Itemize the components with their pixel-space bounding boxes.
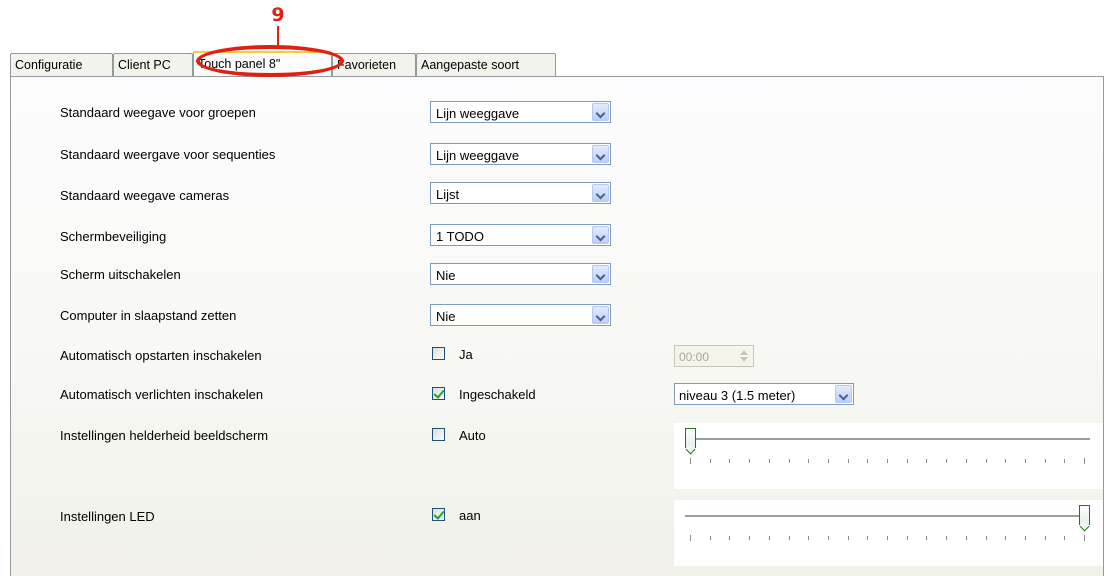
slider-tick bbox=[1084, 535, 1085, 541]
tab-configuratie[interactable]: Configuratie bbox=[10, 53, 113, 76]
slider-tick bbox=[690, 535, 691, 541]
auto-light-label: Automatisch verlichten inschakelen bbox=[60, 387, 264, 402]
slider-tick bbox=[847, 459, 849, 463]
slider-tick bbox=[768, 459, 770, 463]
chevron-down-icon[interactable] bbox=[592, 184, 609, 202]
screensaver-value: 1 TODO bbox=[436, 229, 484, 244]
slider-tick bbox=[906, 459, 908, 463]
chevron-down-icon[interactable] bbox=[592, 145, 609, 163]
slider-tick bbox=[808, 459, 810, 463]
slider-tick bbox=[788, 536, 790, 540]
spinner-icon bbox=[737, 348, 751, 364]
sleep-select[interactable]: Nie bbox=[430, 304, 611, 326]
cameras-view-label: Standaard weegave cameras bbox=[60, 188, 230, 203]
slider-tick bbox=[887, 536, 888, 540]
slider-tick bbox=[729, 459, 731, 463]
groups-view-label: Standaard weegave voor groepen bbox=[60, 105, 256, 120]
slider-tick bbox=[847, 536, 849, 540]
slider-tick bbox=[946, 536, 948, 540]
slider-tick bbox=[867, 536, 869, 540]
slider-tick bbox=[887, 459, 888, 463]
led-label: Instellingen LED bbox=[60, 509, 155, 524]
slider-tick bbox=[985, 536, 987, 540]
slider-tick bbox=[1024, 459, 1026, 463]
sleep-label: Computer in slaapstand zetten bbox=[60, 308, 237, 323]
screensaver-label: Schermbeveiliging bbox=[60, 229, 167, 244]
slider-tick bbox=[985, 459, 987, 463]
tab-aangepaste-soort[interactable]: Aangepaste soort bbox=[416, 53, 556, 76]
tab-favorieten[interactable]: Favorieten bbox=[332, 53, 416, 76]
slider-tick bbox=[827, 536, 829, 540]
slider-tick bbox=[1024, 536, 1026, 540]
slider-tick bbox=[926, 459, 928, 463]
slider-track bbox=[685, 515, 1090, 518]
slider-tick bbox=[690, 458, 691, 464]
slider-tick bbox=[1064, 536, 1066, 540]
slider-tick bbox=[827, 459, 829, 463]
slider-tick bbox=[768, 536, 770, 540]
slider-tick bbox=[1064, 459, 1066, 463]
tab-strip: Configuratie Client PC Touch panel 8" Fa… bbox=[10, 51, 1104, 76]
auto-start-checkbox[interactable] bbox=[432, 347, 445, 360]
brightness-auto-checkbox[interactable] bbox=[432, 428, 445, 441]
led-checkbox[interactable] bbox=[432, 508, 445, 521]
groups-view-select[interactable]: Lijn weeggave bbox=[430, 101, 611, 123]
slider-tick bbox=[788, 459, 790, 463]
sleep-value: Nie bbox=[436, 309, 456, 324]
slider-tick bbox=[926, 536, 928, 540]
slider-tick bbox=[709, 536, 711, 540]
light-level-value: niveau 3 (1.5 meter) bbox=[679, 388, 796, 403]
slider-tick bbox=[1005, 536, 1007, 540]
callout-number: 9 bbox=[271, 4, 285, 26]
slider-tick bbox=[1084, 458, 1085, 464]
slider-tick bbox=[808, 536, 810, 540]
slider-tick bbox=[906, 536, 908, 540]
slider-tick bbox=[1044, 459, 1046, 463]
led-slider[interactable] bbox=[674, 500, 1103, 566]
auto-light-checkbox-label: Ingeschakeld bbox=[459, 387, 536, 402]
brightness-auto-checkbox-label: Auto bbox=[459, 428, 486, 443]
led-checkbox-label: aan bbox=[459, 508, 481, 523]
auto-start-time-input: 00:00 bbox=[674, 345, 754, 367]
callout-highlight-ellipse bbox=[196, 45, 344, 77]
slider-tick bbox=[729, 536, 731, 540]
light-level-select[interactable]: niveau 3 (1.5 meter) bbox=[674, 383, 854, 405]
screen-off-select[interactable]: Nie bbox=[430, 263, 611, 285]
brightness-slider[interactable] bbox=[674, 423, 1103, 489]
chevron-down-icon[interactable] bbox=[835, 385, 852, 403]
chevron-down-icon[interactable] bbox=[592, 226, 609, 244]
sequences-view-select[interactable]: Lijn weeggave bbox=[430, 143, 611, 165]
chevron-down-icon[interactable] bbox=[592, 103, 609, 121]
auto-start-time-value: 00:00 bbox=[679, 350, 710, 364]
slider-tick bbox=[867, 459, 869, 463]
tab-client-pc[interactable]: Client PC bbox=[113, 53, 193, 76]
slider-tick bbox=[1044, 536, 1046, 540]
slider-track bbox=[685, 438, 1090, 441]
screen-off-value: Nie bbox=[436, 268, 456, 283]
sequences-view-label: Standaard weergave voor sequenties bbox=[60, 147, 276, 162]
slider-tick bbox=[749, 459, 751, 463]
chevron-down-icon[interactable] bbox=[592, 265, 609, 283]
groups-view-value: Lijn weeggave bbox=[436, 106, 520, 121]
slider-thumb[interactable] bbox=[685, 428, 696, 448]
slider-tick bbox=[946, 459, 948, 463]
slider-tick bbox=[749, 536, 751, 540]
cameras-view-value: Lijst bbox=[436, 187, 460, 202]
auto-light-checkbox[interactable] bbox=[432, 387, 445, 400]
auto-start-checkbox-label: Ja bbox=[459, 347, 473, 362]
sequences-view-value: Lijn weeggave bbox=[436, 148, 520, 163]
brightness-label: Instellingen helderheid beeldscherm bbox=[60, 428, 269, 443]
slider-tick bbox=[965, 459, 967, 463]
slider-thumb[interactable] bbox=[1079, 505, 1090, 525]
auto-start-label: Automatisch opstarten inschakelen bbox=[60, 348, 262, 363]
slider-tick bbox=[965, 536, 967, 540]
chevron-down-icon[interactable] bbox=[592, 306, 609, 324]
slider-tick bbox=[1005, 459, 1007, 463]
cameras-view-select[interactable]: Lijst bbox=[430, 182, 611, 204]
slider-tick bbox=[709, 459, 711, 463]
screen-off-label: Scherm uitschakelen bbox=[60, 267, 181, 282]
screensaver-select[interactable]: 1 TODO bbox=[430, 224, 611, 246]
